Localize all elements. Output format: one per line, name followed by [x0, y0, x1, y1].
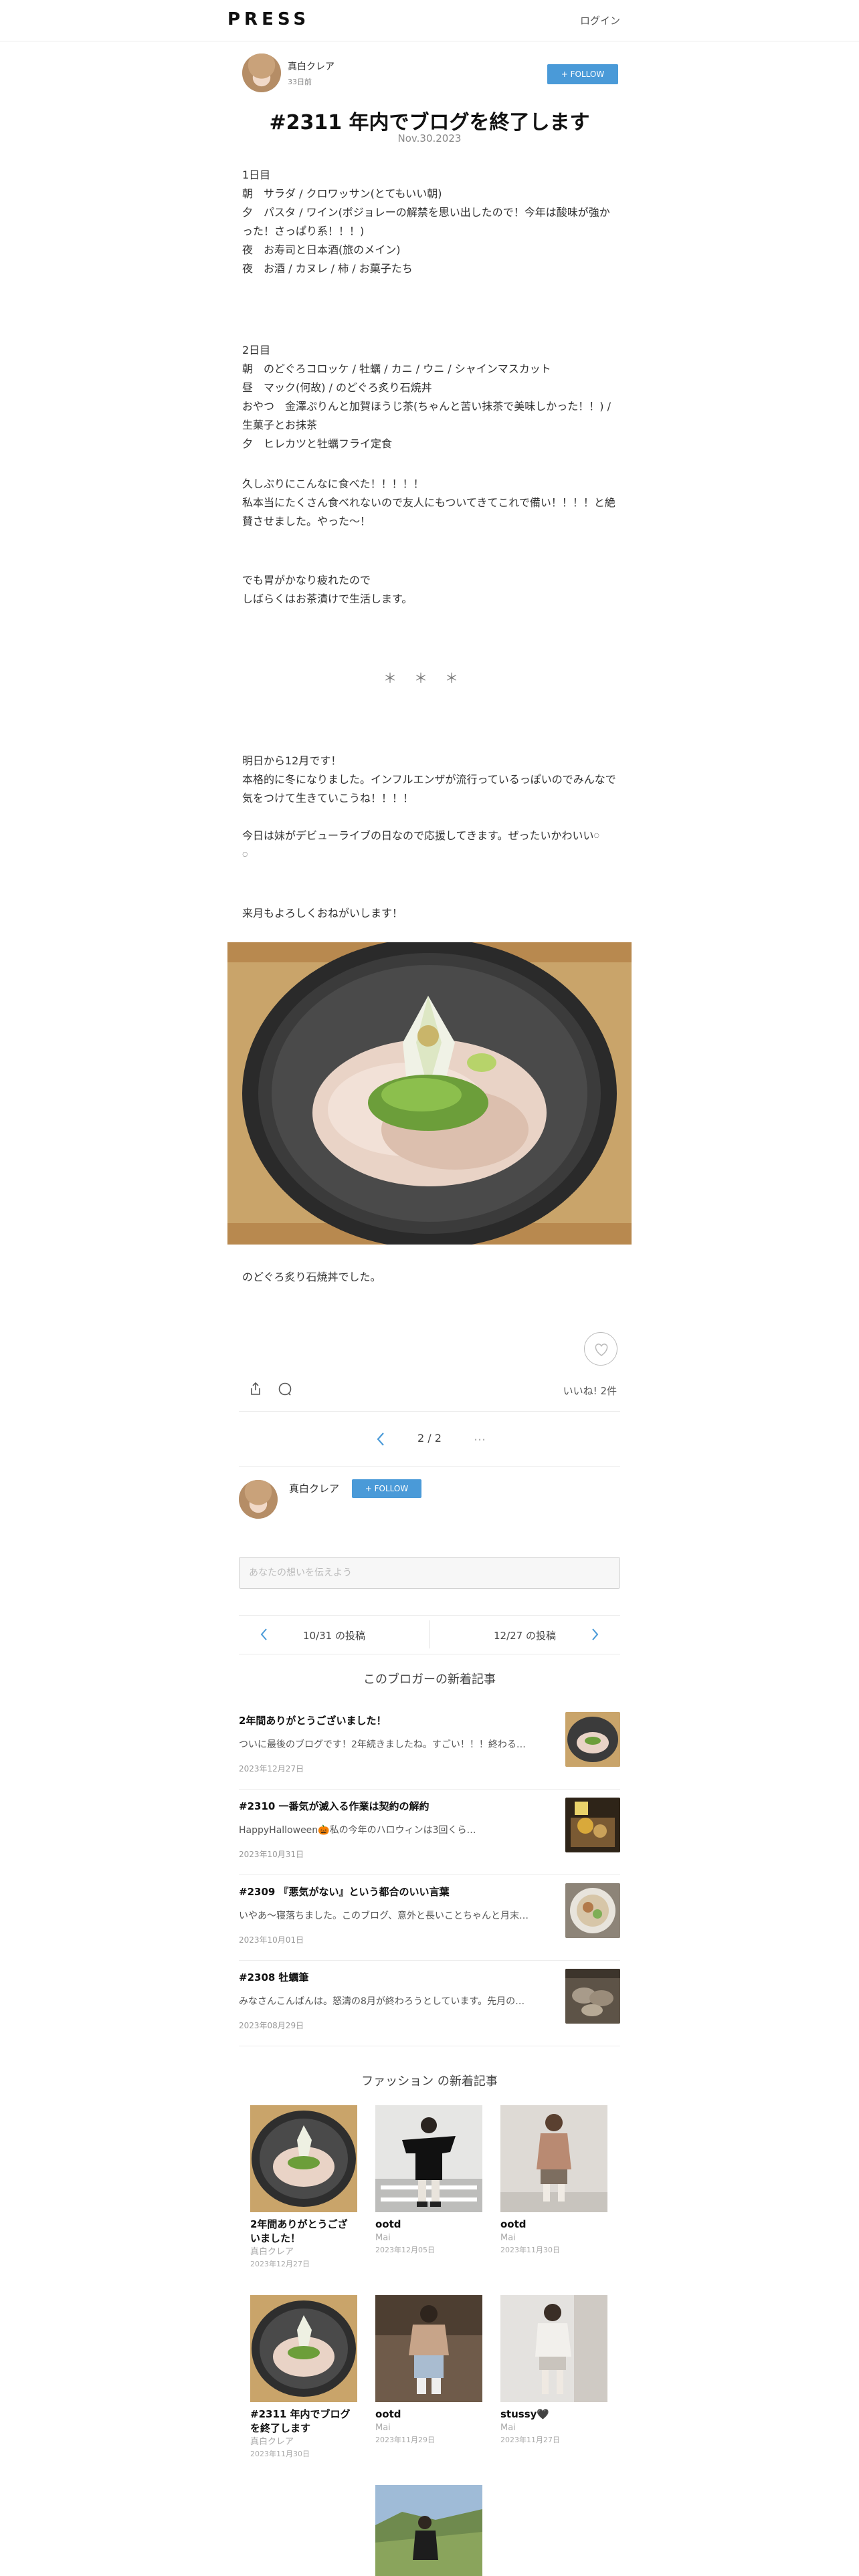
- fashion-card-author: Mai: [375, 2423, 391, 2433]
- article-title: #2308 牡蠣筆: [239, 1971, 309, 1983]
- article-list-item[interactable]: #2310 一番気が滅入る作業は契約の解約 HappyHalloween🎃私の今…: [239, 1790, 620, 1875]
- comment-field-wrapper: [239, 1557, 620, 1589]
- fashion-card[interactable]: ootd Mai 2023年11月29日: [375, 2295, 482, 2446]
- fashion-card-date: 2023年12月27日: [250, 2260, 310, 2268]
- author-post-age: 33日前: [288, 78, 312, 86]
- fashion-card-image: [375, 2485, 482, 2576]
- fashion-card-author: Mai: [500, 2233, 516, 2243]
- section-separator: ＊＊＊: [383, 670, 476, 686]
- article-thumbnail: [565, 1712, 620, 1767]
- fashion-card-title: stussy🖤: [500, 2408, 550, 2420]
- post-navigation: 10/31 の投稿 12/27 の投稿: [239, 1615, 620, 1654]
- page-pagination: 2 / 2 …: [227, 1426, 632, 1453]
- post-paragraph-tired: でも胃がかなり疲れたので しばらくはお茶漬けで生活します。: [242, 574, 413, 605]
- article-thumbnail: [565, 1798, 620, 1852]
- post-paragraph-day1: 1日目 朝 サラダ / クロワッサン(とてもいい朝) 夕 パスタ / ワイン(ボ…: [242, 169, 610, 275]
- article-title: #2310 一番気が滅入る作業は契約の解約: [239, 1800, 430, 1812]
- page-indicator: 2 / 2: [417, 1432, 442, 1444]
- article-title: #2309 『悪気がない』という都合のいい言葉: [239, 1886, 450, 1898]
- article-excerpt: みなさんこんばんは。怒濤の8月が終わろうとしています。先月の…: [239, 1996, 525, 2007]
- article-date: 2023年10月01日: [239, 1935, 304, 1945]
- post-paragraph-closing: 来月もよろしくおねがいします！: [242, 907, 403, 920]
- fashion-card-title: ootd: [500, 2218, 527, 2230]
- fashion-card-date: 2023年12月05日: [375, 2246, 435, 2254]
- fashion-card-image: [500, 2295, 607, 2402]
- fashion-card-date: 2023年11月30日: [250, 2450, 310, 2458]
- heart-icon: [595, 1344, 608, 1356]
- comment-icon: [278, 1382, 292, 1396]
- fashion-card-image: [375, 2295, 482, 2402]
- next-post-link[interactable]: 12/27 の投稿: [430, 1615, 620, 1654]
- article-list-item[interactable]: 2年間ありがとうございました！ ついに最後のブログです！2年続きましたね。すごい…: [239, 1704, 620, 1790]
- fashion-card-author: Mai: [375, 2233, 391, 2243]
- top-bar: PRESS ログイン: [0, 0, 859, 41]
- previous-post-label: 10/31 の投稿: [303, 1630, 365, 1642]
- author-box-name[interactable]: 真白クレア: [289, 1481, 339, 1495]
- post-paragraph-december: 明日から12月です！ 本格的に冬になりました。インフルエンザが流行っているっぽい…: [242, 754, 616, 861]
- fashion-card[interactable]: 2年間ありがとうございました！ 真白クレア 2023年12月27日: [250, 2105, 357, 2270]
- photo-caption: のどぐろ炙り石焼丼でした。: [242, 1271, 381, 1283]
- post-paragraph-day2: 2日目 朝 のどぐろコロッケ / 牡蠣 / カニ / ウニ / シャインマスカッ…: [242, 344, 611, 450]
- divider: [239, 1466, 620, 1467]
- like-button[interactable]: [584, 1332, 617, 1366]
- fashion-card-image: [375, 2105, 482, 2212]
- site-logo[interactable]: PRESS: [227, 9, 310, 29]
- comment-input[interactable]: [240, 1558, 619, 1588]
- chevron-right-icon: [592, 1628, 599, 1640]
- fashion-card-title: ootd: [375, 2218, 401, 2230]
- fashion-card-title: #2311 年内でブログを終了します: [250, 2408, 351, 2434]
- post-date: Nov.30.2023: [397, 132, 462, 144]
- fashion-card[interactable]: [375, 2485, 482, 2576]
- fashion-card[interactable]: #2311 年内でブログを終了します 真白クレア 2023年11月30日: [250, 2295, 357, 2460]
- page-more: …: [474, 1430, 486, 1444]
- fashion-card-image: [250, 2295, 357, 2402]
- fashion-card-date: 2023年11月27日: [500, 2436, 560, 2444]
- follow-button[interactable]: + FOLLOW: [547, 64, 618, 84]
- chevron-left-icon[interactable]: [375, 1431, 387, 1447]
- author-box-avatar[interactable]: [239, 1480, 278, 1519]
- article-list-item[interactable]: #2309 『悪気がない』という都合のいい言葉 いやあ〜寝落ちました。このブログ…: [239, 1875, 620, 1961]
- fashion-card[interactable]: ootd Mai 2023年12月05日: [375, 2105, 482, 2256]
- like-count[interactable]: いいね! 2件: [563, 1384, 617, 1398]
- fashion-card-date: 2023年11月30日: [500, 2246, 560, 2254]
- author-avatar[interactable]: [242, 53, 281, 92]
- fashion-articles-heading: ファッション の新着記事: [361, 2074, 498, 2088]
- post-title: #2311 年内でブログを終了します: [269, 111, 590, 134]
- article-excerpt: HappyHalloween🎃私の今年のハロウィンは3回くら…: [239, 1825, 476, 1836]
- fashion-card-author: 真白クレア: [250, 2437, 294, 2447]
- article-excerpt: ついに最後のブログです！2年続きましたね。すごい！！！終わる…: [239, 1739, 526, 1750]
- share-button[interactable]: [248, 1381, 264, 1400]
- fashion-card[interactable]: ootd Mai 2023年11月30日: [500, 2105, 607, 2256]
- fashion-card-image: [500, 2105, 607, 2212]
- previous-post-link[interactable]: 10/31 の投稿: [239, 1615, 430, 1654]
- article-title: 2年間ありがとうございました！: [239, 1715, 387, 1727]
- divider: [239, 1411, 620, 1412]
- fashion-card-author: 真白クレア: [250, 2247, 294, 2257]
- latest-articles-heading: このブロガーの新着記事: [363, 1673, 496, 1687]
- article-date: 2023年10月31日: [239, 1850, 304, 1859]
- fashion-card[interactable]: stussy🖤 Mai 2023年11月27日: [500, 2295, 607, 2446]
- article-thumbnail: [565, 1969, 620, 2024]
- author-name[interactable]: 真白クレア: [288, 60, 335, 73]
- fashion-card-image: [250, 2105, 357, 2212]
- share-icon: [251, 1382, 260, 1395]
- fashion-card-title: 2年間ありがとうございました！: [250, 2218, 348, 2244]
- post-paragraph-ate: 久しぶりにこんなに食べた！！！！！ 私本当にたくさん食べれないので友人にもついて…: [242, 477, 615, 528]
- comment-button[interactable]: [277, 1381, 293, 1400]
- fashion-card-author: Mai: [500, 2423, 516, 2433]
- fashion-card-date: 2023年11月29日: [375, 2436, 435, 2444]
- article-list-item[interactable]: #2308 牡蠣筆 みなさんこんばんは。怒濤の8月が終わろうとしています。先月の…: [239, 1961, 620, 2046]
- article-date: 2023年08月29日: [239, 2021, 304, 2030]
- article-thumbnail: [565, 1883, 620, 1938]
- post-photo[interactable]: [227, 942, 632, 1245]
- login-link[interactable]: ログイン: [580, 13, 620, 27]
- author-box-follow-button[interactable]: + FOLLOW: [352, 1479, 421, 1498]
- fashion-card-title: ootd: [375, 2408, 401, 2420]
- article-date: 2023年12月27日: [239, 1764, 304, 1774]
- article-excerpt: いやあ〜寝落ちました。このブログ、意外と長いことちゃんと月末…: [239, 1911, 529, 1921]
